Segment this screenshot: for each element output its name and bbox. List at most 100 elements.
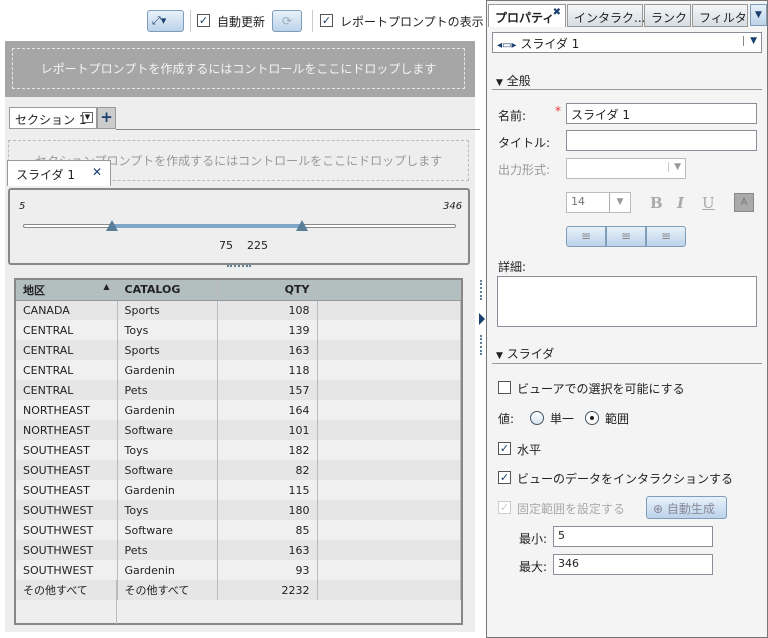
fit-view-button[interactable]: ⤢▾	[147, 10, 184, 32]
splitter-grip-bottom[interactable]	[480, 335, 482, 355]
empty-cell	[317, 440, 461, 460]
empty-cell	[317, 520, 461, 540]
table-row[interactable]: CENTRAL Pets 157	[16, 380, 461, 400]
column-header-region[interactable]: 地区 ▲	[16, 280, 118, 301]
table-row[interactable]: NORTHEAST Software 101	[16, 420, 461, 440]
single-radio[interactable]	[530, 411, 544, 425]
section-menu-icon[interactable]: ▼	[82, 112, 93, 123]
tab-properties[interactable]: プロパティ ✖	[488, 4, 566, 27]
column-header-qty[interactable]: QTY	[217, 280, 318, 301]
tab-filter[interactable]: フィルタ	[692, 4, 748, 27]
region-cell: CANADA	[16, 300, 118, 320]
name-label: 名前:	[498, 109, 527, 123]
slider-section-header[interactable]: ▼ スライダ	[496, 345, 554, 362]
table-row[interactable]: SOUTHWEST Software 85	[16, 520, 461, 540]
sort-ascending-icon[interactable]: ▲	[103, 282, 109, 291]
fixed-range-label: 固定範囲を設定する	[517, 502, 626, 516]
refresh-button[interactable]: ⟳	[272, 10, 302, 32]
table-row[interactable]: SOUTHEAST Software 82	[16, 460, 461, 480]
tabs-menu-button[interactable]: ▼	[750, 4, 767, 26]
qty-cell: 93	[217, 560, 318, 580]
section-divider	[492, 89, 762, 90]
splitter-grip-top[interactable]	[480, 280, 482, 300]
slider-object-icon: ◂▭▸	[497, 40, 517, 51]
region-cell: NORTHEAST	[16, 420, 118, 440]
table-row[interactable]: SOUTHWEST Toys 180	[16, 500, 461, 520]
tab-rank[interactable]: ランク	[644, 4, 691, 27]
slider-min-label: 5	[19, 201, 26, 212]
format-select[interactable]: ▼	[566, 158, 686, 179]
report-prompt-dropzone[interactable]: レポートプロンプトを作成するにはコントロールをここにドロップします	[12, 48, 465, 89]
min-input[interactable]: 5	[553, 526, 713, 547]
section-divider	[492, 363, 762, 364]
close-icon[interactable]: ✖	[553, 7, 561, 18]
region-cell: その他すべて	[16, 580, 118, 600]
min-label: 最小:	[519, 532, 548, 546]
column-divider	[116, 580, 117, 624]
text-color-button[interactable]: A	[734, 193, 754, 212]
add-section-button[interactable]: +	[97, 107, 116, 129]
table-row[interactable]: CENTRAL Toys 139	[16, 320, 461, 340]
table-row[interactable]: CANADA Sports 108	[16, 300, 461, 320]
horizontal-checkbox[interactable]: ✓	[498, 442, 511, 455]
viewer-select-checkbox[interactable]	[498, 381, 511, 394]
qty-cell: 115	[217, 480, 318, 500]
section-tab[interactable]: セクション 1 ▼	[9, 107, 97, 129]
interact-checkbox[interactable]: ✓	[498, 471, 511, 484]
slider-high-thumb[interactable]	[296, 220, 309, 231]
title-input[interactable]	[566, 130, 757, 151]
detail-textarea[interactable]	[497, 276, 757, 327]
align-left-button[interactable]: ≡	[566, 226, 606, 247]
bold-button[interactable]: B	[650, 194, 663, 212]
close-icon[interactable]: ✕	[92, 165, 102, 179]
column-header-empty	[317, 280, 461, 301]
region-cell: SOUTHEAST	[16, 460, 118, 480]
data-table: 地区 ▲ CATALOG QTY CANADA Sports 108 CENTRAL To…	[14, 278, 463, 625]
auto-generate-button[interactable]: ⊕ 自動生成	[646, 496, 727, 519]
table-row[interactable]: SOUTHEAST Gardenin 115	[16, 480, 461, 500]
show-report-prompt-checkbox[interactable]: ✓	[320, 14, 333, 27]
underline-button[interactable]: U	[702, 194, 715, 212]
collapse-panel-icon[interactable]	[479, 313, 485, 325]
range-radio[interactable]	[585, 411, 599, 425]
table-row[interactable]: SOUTHWEST Gardenin 93	[16, 560, 461, 580]
empty-cell	[317, 420, 461, 440]
italic-button[interactable]: I	[677, 194, 684, 212]
table-row[interactable]: CENTRAL Sports 163	[16, 340, 461, 360]
resize-handle[interactable]	[227, 265, 251, 268]
auto-update-checkbox[interactable]: ✓	[197, 14, 210, 27]
region-cell: SOUTHWEST	[16, 520, 118, 540]
empty-cell	[317, 560, 461, 580]
catalog-cell: Software	[117, 420, 218, 440]
region-cell: SOUTHWEST	[16, 540, 118, 560]
max-input[interactable]: 346	[553, 554, 713, 575]
format-label: 出力形式:	[498, 163, 551, 177]
chevron-down-icon: ▼	[743, 36, 757, 46]
table-row[interactable]: SOUTHWEST Pets 163	[16, 540, 461, 560]
table-row[interactable]: その他すべて その他すべて 2232	[16, 580, 461, 600]
column-header-catalog[interactable]: CATALOG	[117, 280, 218, 301]
font-size-select[interactable]: 14 ▼	[566, 192, 631, 213]
general-section-header[interactable]: ▼ 全般	[496, 72, 531, 89]
slider-tab[interactable]: スライダ 1 ✕	[7, 160, 111, 186]
region-cell: CENTRAL	[16, 320, 118, 340]
section-tab-label: セクション 1	[15, 113, 87, 127]
table-row[interactable]: SOUTHEAST Toys 182	[16, 440, 461, 460]
table-row[interactable]: NORTHEAST Gardenin 164	[16, 400, 461, 420]
catalog-cell: Toys	[117, 320, 218, 340]
fixed-range-checkbox[interactable]: ✓	[498, 501, 511, 514]
slider-low-thumb[interactable]	[105, 220, 118, 231]
slider-high-value: 225	[247, 239, 268, 252]
align-center-button[interactable]: ≡	[606, 226, 646, 247]
interact-label: ビューのデータをインタラクションする	[517, 472, 734, 486]
align-right-button[interactable]: ≡	[646, 226, 686, 247]
region-cell: CENTRAL	[16, 380, 118, 400]
table-row[interactable]: CENTRAL Gardenin 118	[16, 360, 461, 380]
title-label: タイトル:	[498, 136, 551, 150]
qty-cell: 101	[217, 420, 318, 440]
object-select-value: スライダ 1	[520, 37, 580, 51]
name-input[interactable]: スライダ 1	[566, 103, 757, 124]
tab-interactions[interactable]: インタラク...	[567, 4, 645, 27]
toolbar-divider	[190, 10, 191, 32]
object-select[interactable]: ◂▭▸ スライダ 1 ▼	[492, 32, 762, 53]
